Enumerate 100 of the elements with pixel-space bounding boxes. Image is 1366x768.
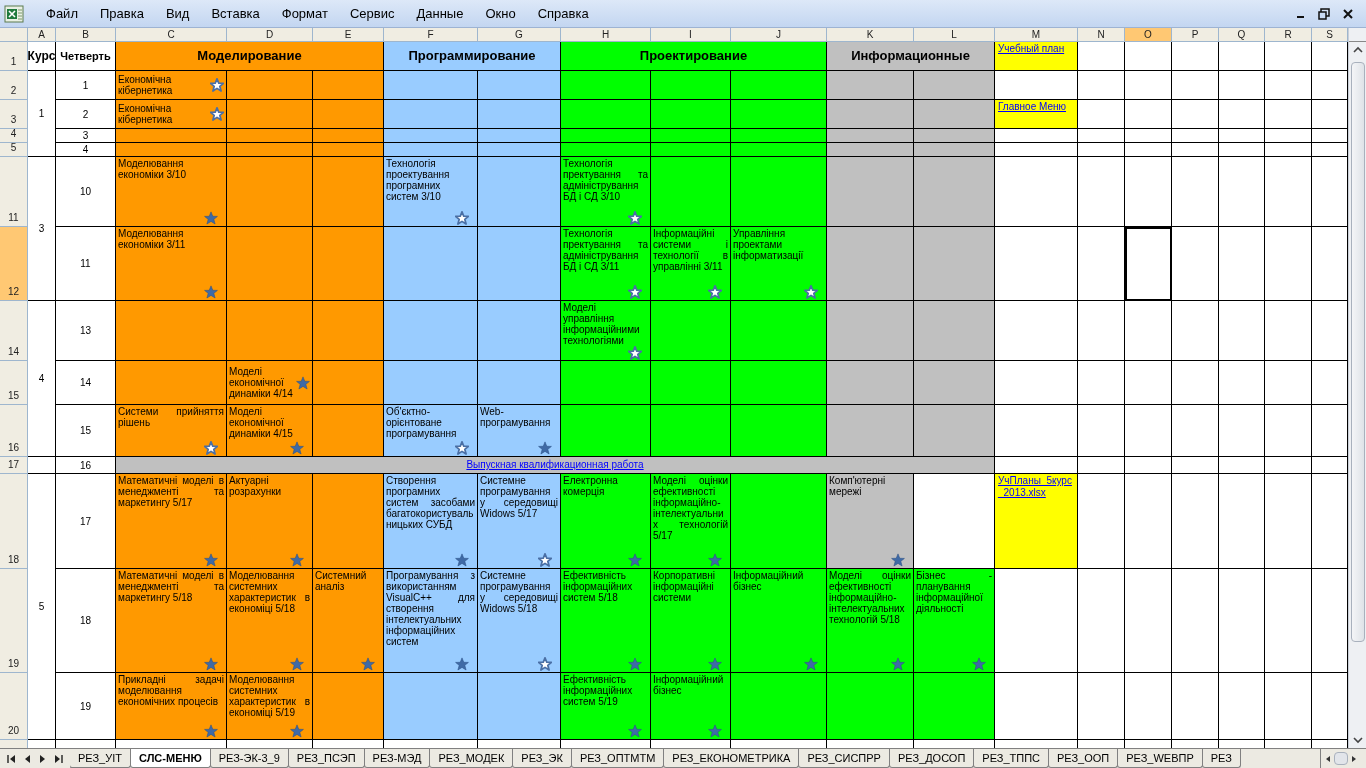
subject-name: Інформаційний бізнес: [653, 674, 725, 696]
link[interactable]: Выпускная квалификационная работа: [466, 459, 644, 471]
subject-name: Web-програмування: [480, 406, 552, 428]
scroll-thumb[interactable]: [1350, 62, 1365, 642]
table-cell: [1312, 100, 1348, 129]
first-sheet-icon[interactable]: [6, 753, 16, 764]
subject-name: Моделі оцінки ефективності інформаційно-інтелектуальних технологій 5/18: [829, 570, 911, 625]
sheet-tab[interactable]: СЛС-МЕНЮ: [129, 749, 211, 768]
table-cell: 5: [28, 474, 56, 740]
scroll-right-icon[interactable]: [1351, 754, 1357, 763]
table-cell: [1172, 157, 1219, 227]
last-sheet-icon[interactable]: [54, 753, 64, 764]
column-header[interactable]: K: [827, 28, 914, 42]
close-icon[interactable]: [1342, 7, 1354, 20]
row-header[interactable]: 14: [0, 301, 28, 361]
column-header[interactable]: A: [28, 28, 56, 42]
column-header[interactable]: M: [995, 28, 1078, 42]
vertical-scrollbar[interactable]: [1348, 28, 1366, 748]
table-cell: [1265, 301, 1312, 361]
table-cell: [1125, 42, 1172, 71]
row-header[interactable]: 20: [0, 673, 28, 740]
table-cell: [1078, 129, 1125, 143]
table-cell: [1125, 129, 1172, 143]
table-cell: [1219, 100, 1265, 129]
column-header[interactable]: R: [1265, 28, 1312, 42]
column-header[interactable]: O: [1125, 28, 1172, 42]
column-header[interactable]: Q: [1219, 28, 1265, 42]
row-header[interactable]: 12: [0, 227, 28, 301]
column-header[interactable]: P: [1172, 28, 1219, 42]
scroll-up-icon[interactable]: [1352, 46, 1363, 54]
subject-name: Ефективність інформаційних систем 5/18: [563, 570, 634, 603]
menu-item[interactable]: Сервис: [349, 3, 395, 24]
scroll-thumb[interactable]: [1334, 752, 1348, 765]
subject-name: Програмування з використанням VisualC++ для створення інтелектуальних інформаційних систем: [386, 570, 475, 647]
column-header[interactable]: L: [914, 28, 995, 42]
row-header[interactable]: 15: [0, 361, 28, 405]
table-cell: 19: [56, 673, 116, 740]
table-cell: [1265, 71, 1312, 100]
row-header[interactable]: 19: [0, 569, 28, 673]
menu-item[interactable]: Вид: [165, 3, 190, 24]
menu-item[interactable]: Файл: [46, 3, 78, 24]
column-header[interactable]: B: [56, 28, 116, 42]
link[interactable]: Главное Меню: [998, 101, 1066, 113]
table-cell: [1265, 457, 1312, 474]
table-cell: [1312, 405, 1348, 457]
table-cell: [1078, 301, 1125, 361]
column-group-header: Информационные: [827, 42, 995, 71]
sheet-tab[interactable]: РЕЗ: [1201, 749, 1241, 768]
column-header[interactable]: G: [478, 28, 561, 42]
table-cell: 1: [56, 71, 116, 100]
column-header[interactable]: S: [1312, 28, 1348, 42]
menu-item[interactable]: Формат: [281, 3, 328, 24]
subject-name: Корпоративні інформаційні системи: [653, 570, 717, 603]
table-cell: [1172, 405, 1219, 457]
spreadsheet-icon[interactable]: [4, 4, 24, 23]
menu-item[interactable]: Справка: [537, 3, 589, 24]
row-header[interactable]: 17: [0, 457, 28, 474]
subject-name: Моделювання системних характеристик в економіці 5/19: [229, 674, 310, 718]
subject-name: Математичні моделі в менеджменті та маркетингу 5/17: [118, 475, 224, 508]
row-header[interactable]: 3: [0, 100, 28, 129]
column-header[interactable]: I: [651, 28, 731, 42]
scroll-down-icon[interactable]: [1352, 736, 1363, 744]
table-cell: [1312, 457, 1348, 474]
table-cell: [1312, 42, 1348, 71]
table-cell: [1125, 71, 1172, 100]
row-header[interactable]: 16: [0, 405, 28, 457]
menu-item[interactable]: Вставка: [211, 3, 260, 24]
menu-item[interactable]: Окно: [485, 3, 516, 24]
subject-name: Математичні моделі в менеджменті та маркетингу 5/18: [118, 570, 224, 603]
table-cell: [1172, 100, 1219, 129]
restore-icon[interactable]: [1318, 7, 1330, 20]
menu-item[interactable]: Данные: [416, 3, 464, 24]
table-cell: 1: [28, 71, 56, 157]
table-cell: [1265, 673, 1312, 740]
column-header[interactable]: J: [731, 28, 827, 42]
menu-item[interactable]: Правка: [99, 3, 144, 24]
row-header[interactable]: 5: [0, 143, 28, 157]
table-cell: [1078, 457, 1125, 474]
table-cell: [1078, 361, 1125, 405]
link[interactable]: УчПланы_5курс _2013.xlsx: [998, 475, 1074, 499]
row-header[interactable]: 18: [0, 474, 28, 569]
row-header[interactable]: 1: [0, 42, 28, 71]
column-header[interactable]: N: [1078, 28, 1125, 42]
column-header[interactable]: H: [561, 28, 651, 42]
subject-name: Комп'ютерні мережі: [829, 475, 887, 497]
table-cell: [1078, 673, 1125, 740]
column-header[interactable]: D: [227, 28, 313, 42]
table-cell: [1312, 361, 1348, 405]
table-cell: [1172, 673, 1219, 740]
column-header[interactable]: F: [384, 28, 478, 42]
row-header[interactable]: 2: [0, 71, 28, 100]
row-header[interactable]: 11: [0, 157, 28, 227]
column-header[interactable]: C: [116, 28, 227, 42]
column-header[interactable]: E: [313, 28, 384, 42]
table-cell: 15: [56, 405, 116, 457]
row-header[interactable]: 4: [0, 129, 28, 143]
subject-name: Моделі економічної динаміки 4/15: [229, 406, 294, 439]
link[interactable]: Учебный план: [998, 43, 1065, 55]
table-cell: [28, 457, 56, 474]
scroll-left-icon[interactable]: [1325, 754, 1331, 763]
